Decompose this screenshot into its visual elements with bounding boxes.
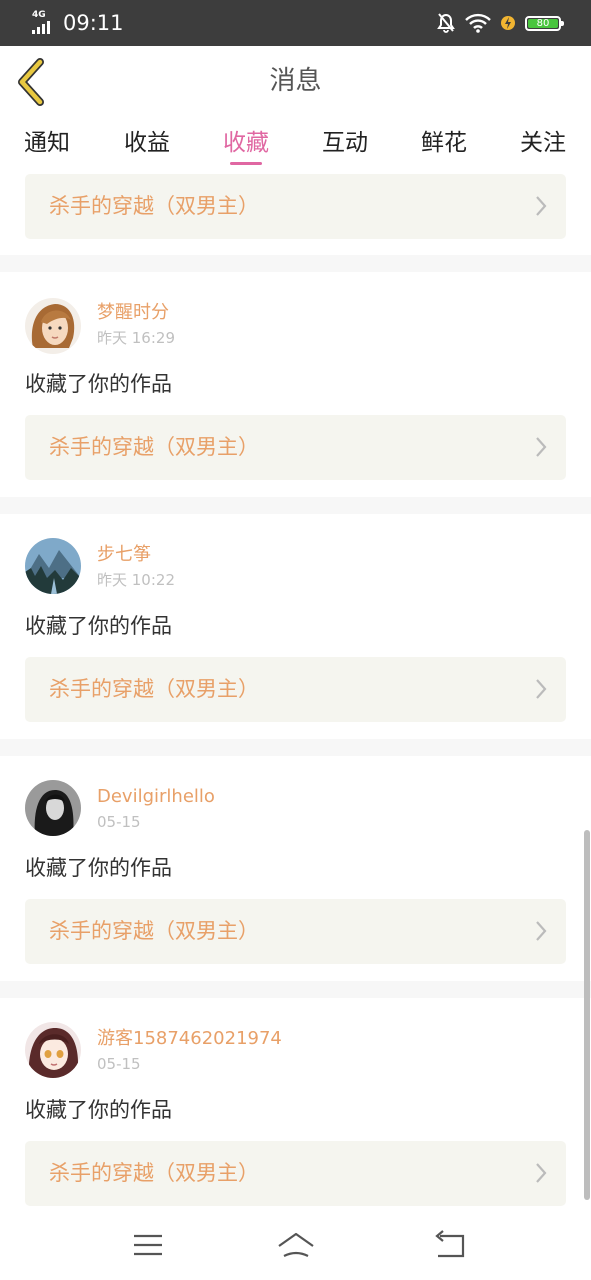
timestamp: 昨天 10:22 bbox=[97, 571, 175, 589]
mute-bell-icon bbox=[437, 13, 455, 33]
chevron-right-icon bbox=[536, 437, 547, 457]
action-text: 收藏了你的作品 bbox=[25, 614, 172, 638]
username[interactable]: 游客1587462021974 bbox=[97, 1027, 282, 1051]
tab-interaction[interactable]: 互动 bbox=[310, 127, 380, 159]
battery-level: 80 bbox=[528, 18, 558, 28]
timestamp: 05-15 bbox=[97, 813, 141, 831]
avatar[interactable] bbox=[25, 538, 81, 594]
tab-favorites[interactable]: 收藏 bbox=[211, 127, 281, 159]
timestamp: 昨天 16:29 bbox=[97, 329, 175, 347]
work-card[interactable]: 杀手的穿越（双男主） bbox=[25, 1141, 566, 1206]
work-title: 杀手的穿越（双男主） bbox=[49, 194, 259, 218]
avatar[interactable] bbox=[25, 298, 81, 354]
tab-notify[interactable]: 通知 bbox=[12, 127, 82, 159]
work-title: 杀手的穿越（双男主） bbox=[49, 677, 259, 701]
work-card[interactable]: 杀手的穿越（双男主） bbox=[25, 174, 566, 239]
username[interactable]: Devilgirlhello bbox=[97, 785, 215, 809]
home-icon[interactable] bbox=[276, 1228, 316, 1262]
divider bbox=[0, 739, 591, 756]
status-bar: 4G 09:11 80 bbox=[0, 0, 591, 46]
work-card[interactable]: 杀手的穿越（双男主） bbox=[25, 657, 566, 722]
work-card[interactable]: 杀手的穿越（双男主） bbox=[25, 899, 566, 964]
work-card[interactable]: 杀手的穿越（双男主） bbox=[25, 415, 566, 480]
chevron-right-icon bbox=[536, 196, 547, 216]
action-text: 收藏了你的作品 bbox=[25, 856, 172, 880]
return-icon[interactable] bbox=[430, 1228, 470, 1262]
timestamp: 05-15 bbox=[97, 1055, 141, 1073]
menu-icon[interactable] bbox=[128, 1228, 168, 1262]
signal-icon: 4G bbox=[32, 10, 58, 34]
avatar[interactable] bbox=[25, 780, 81, 836]
divider bbox=[0, 255, 591, 272]
tab-flowers[interactable]: 鲜花 bbox=[409, 127, 479, 159]
action-text: 收藏了你的作品 bbox=[25, 372, 172, 396]
page-title: 消息 bbox=[269, 66, 322, 96]
tab-bar: 通知 收益 收藏 互动 鲜花 关注 bbox=[0, 118, 591, 170]
tab-follow[interactable]: 关注 bbox=[508, 127, 578, 159]
nav-bar: 消息 bbox=[0, 46, 591, 119]
network-type: 4G bbox=[32, 10, 46, 20]
scrollbar[interactable] bbox=[584, 830, 590, 1200]
action-text: 收藏了你的作品 bbox=[25, 1098, 172, 1122]
status-time: 09:11 bbox=[63, 11, 124, 35]
work-title: 杀手的穿越（双男主） bbox=[49, 1161, 259, 1185]
divider bbox=[0, 497, 591, 514]
active-tab-indicator bbox=[230, 162, 262, 165]
avatar[interactable] bbox=[25, 1022, 81, 1078]
divider bbox=[0, 981, 591, 998]
work-title: 杀手的穿越（双男主） bbox=[49, 919, 259, 943]
wifi-icon bbox=[465, 13, 491, 33]
system-nav-bar bbox=[0, 1210, 591, 1280]
charging-icon bbox=[501, 16, 515, 30]
battery-icon: 80 bbox=[525, 15, 564, 31]
work-title: 杀手的穿越（双男主） bbox=[49, 435, 259, 459]
username[interactable]: 步七筝 bbox=[97, 543, 151, 567]
username[interactable]: 梦醒时分 bbox=[97, 301, 169, 325]
chevron-right-icon bbox=[536, 1163, 547, 1183]
chevron-right-icon bbox=[536, 921, 547, 941]
tab-earnings[interactable]: 收益 bbox=[112, 127, 182, 159]
chevron-right-icon bbox=[536, 679, 547, 699]
